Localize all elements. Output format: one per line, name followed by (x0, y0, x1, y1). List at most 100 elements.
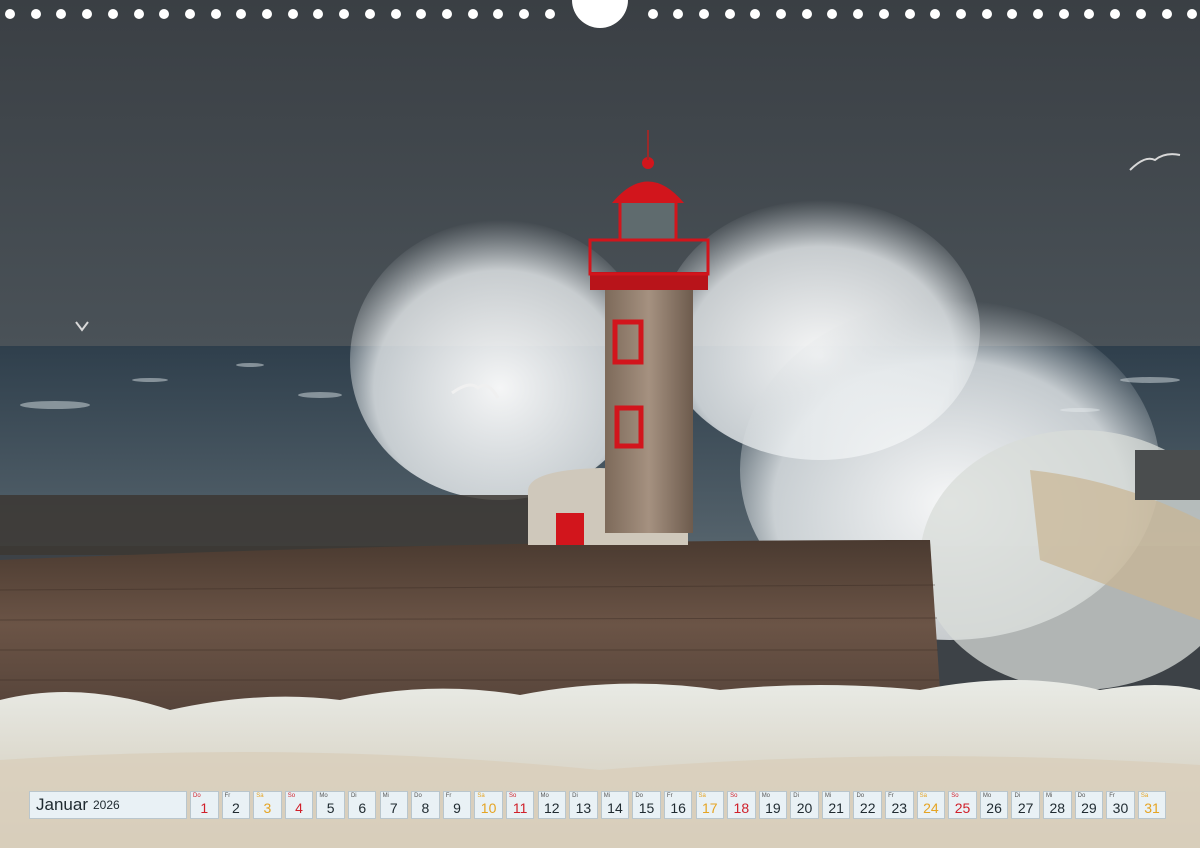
binding-hole (673, 9, 684, 19)
day-cell: So 18 (727, 791, 756, 819)
binding-hole (493, 9, 504, 19)
weekday-label: Fr (1109, 793, 1115, 799)
day-number: 6 (358, 800, 367, 816)
day-cell: Sa 3 (253, 791, 282, 819)
weekday-label: Mi (382, 793, 389, 799)
day-number: 28 (1049, 800, 1066, 816)
weekday-label: So (508, 793, 517, 799)
binding-hole (1033, 9, 1043, 19)
day-number: 10 (480, 800, 497, 816)
day-cell: Do 1 (190, 791, 219, 819)
day-number: 1 (200, 800, 209, 816)
weekday-label: Do (414, 793, 422, 799)
day-cell: Fr 2 (221, 791, 251, 819)
weekday-label: Sa (698, 793, 706, 799)
binding-hole (339, 9, 350, 19)
binding-hole (416, 9, 427, 19)
binding-hole (1135, 9, 1146, 19)
day-number: 14 (607, 800, 623, 816)
binding-hole (698, 9, 709, 19)
binding-hole (904, 9, 915, 19)
day-number: 21 (828, 800, 844, 816)
binding-hole (107, 9, 118, 19)
weekday-label: Mo (761, 793, 771, 799)
day-number: 16 (670, 800, 686, 816)
day-number: 31 (1144, 800, 1160, 816)
binding-hole (827, 9, 838, 19)
weekday-label: Fr (224, 793, 231, 799)
binding-hole (441, 9, 452, 19)
weekday-label: Sa (256, 793, 264, 799)
day-cell: Di 13 (569, 791, 598, 819)
day-cell: Mi 28 (1043, 791, 1072, 819)
weekday-label: Mi (824, 793, 832, 799)
day-cell: Mo 12 (537, 791, 567, 819)
weekday-label: Mi (603, 793, 611, 799)
day-cell: Di 20 (790, 791, 819, 819)
binding-hole (750, 9, 761, 19)
weekday-label: Mo (319, 793, 328, 799)
day-number: 15 (638, 800, 655, 816)
binding-hole (82, 9, 93, 19)
weekday-label: Do (856, 793, 865, 799)
day-number: 18 (733, 800, 750, 816)
binding-hole (184, 9, 195, 19)
binding-hole (364, 9, 375, 19)
day-cell: Sa 31 (1137, 791, 1167, 819)
day-number: 13 (575, 800, 592, 816)
weekday-label: Sa (919, 793, 927, 799)
weekday-label: So (951, 793, 959, 799)
day-cell: So 11 (505, 791, 535, 819)
binding-hole (133, 9, 144, 19)
binding-hole (236, 9, 247, 19)
day-cell: Mo 5 (316, 791, 345, 819)
day-cell: Fr 16 (663, 791, 693, 819)
binding-hole (5, 9, 15, 19)
binding-hole (544, 9, 555, 19)
day-cell: Fr 9 (442, 791, 472, 819)
spiral-binding (0, 0, 1200, 28)
day-number: 24 (923, 800, 939, 816)
weekday-label: So (287, 793, 296, 799)
day-number: 17 (701, 800, 718, 816)
day-number: 23 (891, 800, 908, 816)
day-number: 19 (765, 800, 781, 816)
weekday-label: Do (635, 793, 643, 799)
binding-hole (390, 9, 401, 19)
day-cell: So 25 (948, 791, 977, 819)
binding-hole (1161, 9, 1172, 19)
day-cell: Do 15 (632, 791, 661, 819)
binding-hole (1110, 9, 1121, 19)
day-number: 4 (295, 800, 303, 816)
calendar-strip: Januar 2026 Do 1 Fr 2 Sa 3 So 4 Mo 5 Di 6 Mi 7 Do 8 Fr 9 S… (29, 791, 1169, 820)
weekday-label: Fr (666, 793, 673, 799)
hanger-notch (572, 0, 628, 28)
day-number: 27 (1017, 800, 1034, 816)
day-number: 25 (954, 800, 971, 816)
weekday-label: Sa (1140, 793, 1149, 799)
day-cell: Sa 24 (916, 791, 946, 819)
day-cell: So 4 (284, 791, 314, 819)
binding-hole (1058, 9, 1069, 19)
binding-hole (56, 9, 67, 19)
month-year: 2026 (92, 798, 120, 812)
weekday-label: So (730, 793, 738, 799)
weekday-label: Fr (888, 793, 894, 799)
weekday-label: Do (193, 793, 201, 799)
binding-hole (981, 9, 992, 19)
weekday-label: Mo (540, 793, 549, 799)
binding-hole (930, 9, 941, 19)
weekday-label: Mi (1046, 793, 1053, 799)
binding-hole (955, 9, 966, 19)
binding-hole (159, 9, 170, 19)
binding-hole (313, 9, 324, 19)
day-cell: Mi 7 (379, 791, 409, 819)
day-cell: Do 22 (853, 791, 882, 819)
day-number: 26 (986, 800, 1002, 816)
binding-hole (30, 9, 41, 19)
day-cell: Mi 14 (600, 791, 630, 819)
day-number: 11 (512, 800, 528, 816)
binding-hole (1084, 9, 1095, 19)
binding-hole (724, 9, 735, 19)
day-number: 20 (796, 800, 813, 816)
